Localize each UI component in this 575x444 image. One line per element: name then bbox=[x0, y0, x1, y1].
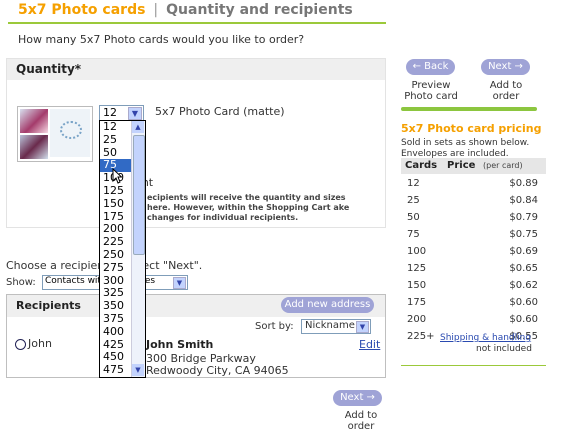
quantity-select-value: 12 bbox=[103, 106, 117, 119]
col-price: Price bbox=[447, 160, 476, 171]
pricing-row: 150 $0.62 bbox=[401, 277, 546, 294]
quantity-option[interactable]: 375 bbox=[100, 312, 131, 326]
photo-card-thumbnail bbox=[17, 106, 93, 162]
title-separator: | bbox=[153, 2, 159, 18]
quantity-option[interactable]: 275 bbox=[100, 261, 131, 275]
pricing-row: 125 $0.65 bbox=[401, 260, 546, 277]
not-included-text: not included bbox=[476, 344, 532, 354]
quantity-option[interactable]: 250 bbox=[100, 248, 131, 262]
pricing-divider bbox=[401, 365, 546, 366]
sort-by-value: Nickname bbox=[305, 320, 355, 331]
quantity-option[interactable]: 25 bbox=[100, 133, 131, 147]
recipient-nickname: John bbox=[28, 337, 52, 350]
pricing-title: 5x7 Photo card pricing bbox=[401, 122, 542, 135]
mouse-cursor-icon bbox=[112, 168, 122, 184]
quantity-question: How many 5x7 Photo cards would you like … bbox=[18, 33, 305, 46]
back-caption: Preview Photo card bbox=[404, 80, 458, 102]
pricing-row: 100 $0.69 bbox=[401, 243, 546, 260]
chevron-down-icon[interactable]: ▼ bbox=[173, 277, 186, 289]
pricing-price: $0.84 bbox=[509, 195, 538, 206]
next-caption-bottom: Add to order bbox=[344, 410, 378, 432]
back-button[interactable]: ← Back bbox=[406, 59, 455, 75]
pricing-qty: 75 bbox=[407, 229, 420, 240]
pricing-qty: 225+ bbox=[407, 331, 435, 342]
quantity-select[interactable]: 12 ▼ bbox=[99, 105, 144, 121]
pricing-price: $0.79 bbox=[509, 212, 538, 223]
pricing-price: $0.62 bbox=[509, 280, 538, 291]
add-new-address-button[interactable]: Add new address bbox=[281, 297, 374, 313]
pricing-row: 175 $0.60 bbox=[401, 294, 546, 311]
pricing-qty: 125 bbox=[407, 263, 427, 274]
scroll-up-icon[interactable]: ▲ bbox=[132, 121, 144, 133]
thumbnail-photo-2 bbox=[20, 135, 48, 159]
thumbnail-photo-1 bbox=[20, 109, 48, 133]
product-label: 5x7 Photo Card (matte) bbox=[155, 105, 285, 118]
quantity-panel-header: Quantity* bbox=[7, 59, 385, 80]
recipient-radio[interactable] bbox=[15, 339, 26, 350]
page-subtitle: Quantity and recipients bbox=[166, 2, 353, 18]
next-button[interactable]: Next → bbox=[481, 59, 530, 75]
pricing-price: $0.75 bbox=[509, 229, 538, 240]
quantity-title: Quantity* bbox=[16, 62, 82, 76]
quantity-option[interactable]: 400 bbox=[100, 325, 131, 339]
dropdown-scrollbar[interactable]: ▲ ▼ bbox=[131, 121, 145, 377]
pricing-subtitle: Sold in sets as shown below. Envelopes a… bbox=[401, 138, 530, 159]
pricing-price: $0.60 bbox=[509, 297, 538, 308]
pricing-table-header: Cards Price (per card) bbox=[401, 158, 546, 174]
pricing-price: $0.89 bbox=[509, 178, 538, 189]
quantity-option[interactable]: 475 bbox=[100, 363, 131, 377]
quantity-option[interactable]: 125 bbox=[100, 184, 131, 198]
chevron-down-icon[interactable]: ▼ bbox=[356, 321, 369, 333]
recipient-note: ecipients will receive the quantity and … bbox=[147, 193, 350, 222]
col-cards: Cards bbox=[405, 160, 438, 171]
recipient-full-name: John Smith bbox=[146, 338, 214, 351]
header-divider bbox=[8, 22, 386, 24]
recipients-panel-header: Recipients Add new address bbox=[7, 295, 385, 317]
chevron-down-icon[interactable]: ▼ bbox=[128, 107, 142, 120]
quantity-option[interactable]: 150 bbox=[100, 197, 131, 211]
pricing-qty: 25 bbox=[407, 195, 420, 206]
pricing-qty: 200 bbox=[407, 314, 427, 325]
pricing-price: $0.69 bbox=[509, 246, 538, 257]
next-button-bottom[interactable]: Next → bbox=[333, 390, 382, 406]
quantity-dropdown-list[interactable]: 1225507510012515017520022525027530032535… bbox=[99, 120, 146, 378]
pricing-price: $0.60 bbox=[509, 314, 538, 325]
recipients-title: Recipients bbox=[16, 299, 81, 312]
edit-recipient-link[interactable]: Edit bbox=[359, 338, 380, 351]
recipient-address-line-2: Redwoody City, CA 94065 bbox=[146, 364, 289, 377]
pricing-row: 25 $0.84 bbox=[401, 192, 546, 209]
pricing-row: 50 $0.79 bbox=[401, 209, 546, 226]
pricing-qty: 50 bbox=[407, 212, 420, 223]
pricing-qty: 175 bbox=[407, 297, 427, 308]
page-title: 5x7 Photo cards bbox=[18, 2, 146, 18]
pricing-price: $0.65 bbox=[509, 263, 538, 274]
pricing-row: 75 $0.75 bbox=[401, 226, 546, 243]
pricing-row: 12 $0.89 bbox=[401, 175, 546, 192]
pricing-qty: 12 bbox=[407, 178, 420, 189]
next-caption: Add to order bbox=[489, 80, 523, 102]
recipients-panel: Recipients Add new address Sort by: Nick… bbox=[6, 294, 386, 378]
thumbnail-card-front bbox=[50, 109, 90, 157]
sort-by-label: Sort by: bbox=[255, 321, 294, 332]
shipping-handling-link[interactable]: Shipping & handling bbox=[440, 333, 531, 343]
progress-bar bbox=[401, 107, 537, 111]
thumbnail-decoration bbox=[60, 121, 82, 139]
pricing-qty: 100 bbox=[407, 246, 427, 257]
col-per-card: (per card) bbox=[483, 161, 523, 170]
scroll-down-icon[interactable]: ▼ bbox=[132, 364, 144, 376]
pricing-row: 200 $0.60 bbox=[401, 311, 546, 328]
quantity-option[interactable]: 12 bbox=[100, 121, 131, 134]
scrollbar-thumb[interactable] bbox=[133, 135, 145, 255]
page-header: 5x7 Photo cards | Quantity and recipients bbox=[18, 2, 353, 18]
pricing-qty: 150 bbox=[407, 280, 427, 291]
show-label: Show: bbox=[6, 277, 36, 288]
sort-by-select[interactable]: Nickname ▼ bbox=[301, 319, 371, 334]
